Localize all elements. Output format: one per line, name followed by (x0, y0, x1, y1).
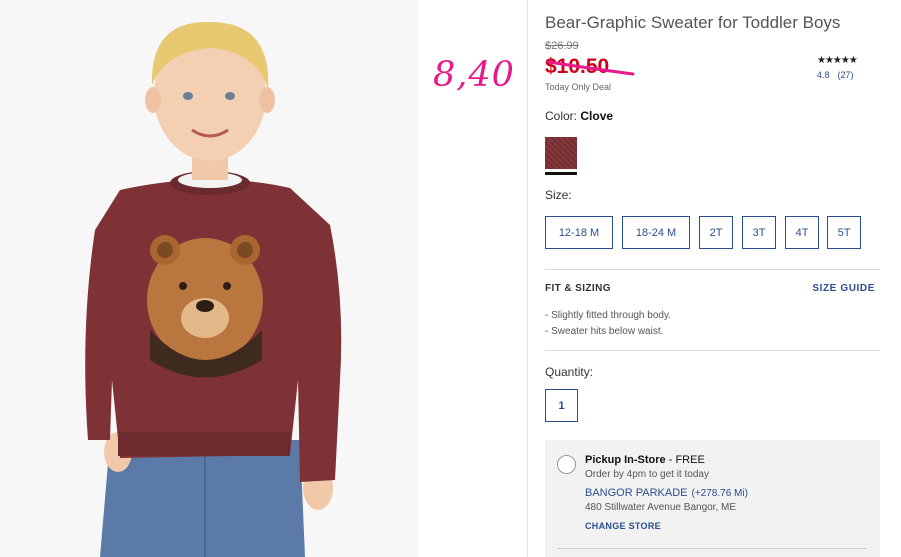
divider (545, 350, 880, 351)
pickup-radio[interactable] (557, 455, 576, 474)
color-label-text: Color: (545, 109, 578, 123)
pickup-free: - FREE (665, 454, 705, 466)
fit-sizing-heading: FIT & SIZING (545, 283, 611, 294)
color-label: Color: Clove (545, 109, 613, 123)
divider (557, 548, 867, 549)
store-link[interactable]: BANGOR PARKADE (+278.76 Mi) (585, 487, 748, 499)
sale-price: $10.50 (545, 55, 610, 78)
selected-color: Clove (580, 109, 614, 123)
size-option-2t[interactable]: 2T (699, 216, 733, 249)
change-store-link[interactable]: CHANGE STORE (585, 521, 661, 531)
size-option-18-24m[interactable]: 18-24 M (622, 216, 690, 249)
product-image (0, 0, 418, 557)
rating-value: 4.8 (817, 70, 830, 80)
pickup-title-text: Pickup In-Store (585, 454, 666, 466)
size-option-5t[interactable]: 5T (827, 216, 861, 249)
size-guide-link[interactable]: SIZE GUIDE (812, 283, 875, 294)
pickup-subtitle: Order by 4pm to get it today (585, 469, 709, 480)
rating-summary[interactable]: 4.8 (27) (817, 70, 862, 80)
quantity-select[interactable]: 1 (545, 389, 578, 422)
color-swatch-clove[interactable] (545, 137, 577, 169)
original-price: $26.99 (545, 40, 579, 52)
size-label: Size: (545, 188, 572, 202)
toddler-sweater-illustration (0, 0, 418, 557)
product-title: Bear-Graphic Sweater for Toddler Boys (545, 13, 841, 32)
fit-note: Sweater hits below waist. (545, 324, 671, 340)
star-rating-icon: ★★★★★ (817, 55, 858, 66)
pickup-title: Pickup In-Store - FREE (585, 454, 705, 466)
size-option-4t[interactable]: 4T (785, 216, 819, 249)
store-distance: (+278.76 Mi) (691, 488, 748, 499)
divider (545, 269, 880, 270)
size-option-3t[interactable]: 3T (742, 216, 776, 249)
store-name: BANGOR PARKADE (585, 487, 688, 499)
fit-notes: Slightly fitted through body. Sweater hi… (545, 308, 671, 340)
quantity-label: Quantity: (545, 365, 594, 379)
review-count: (27) (837, 70, 854, 80)
column-divider (527, 0, 528, 557)
pickup-in-store-panel: Pickup In-Store - FREE Order by 4pm to g… (545, 440, 880, 557)
store-address: 480 Stillwater Avenue Bangor, ME (585, 502, 737, 513)
price-annotation: 8,40 (433, 55, 515, 95)
fit-note: Slightly fitted through body. (545, 308, 671, 324)
selected-swatch-indicator (545, 172, 577, 175)
size-option-12-18m[interactable]: 12-18 M (545, 216, 613, 249)
deal-label: Today Only Deal (545, 82, 612, 92)
